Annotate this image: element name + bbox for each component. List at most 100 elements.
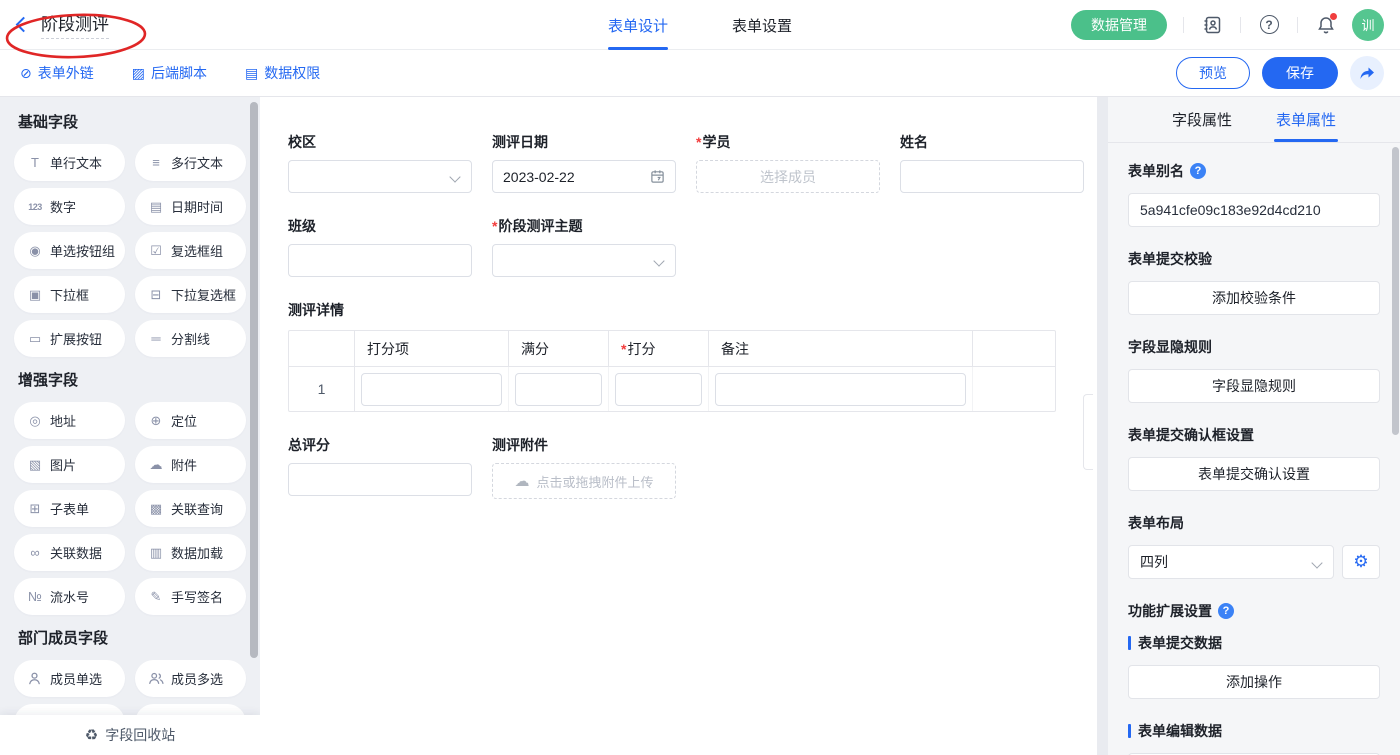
recycle-icon: ♻ [85,726,98,744]
field-pill-divider-line[interactable]: ═分割线 [135,320,246,357]
field-pill-image[interactable]: ▧图片 [14,446,125,483]
toolbar-right: 预览 保存 [1176,56,1384,90]
name-input[interactable] [900,160,1084,193]
header-tabs: 表单设计 表单设置 [0,0,1400,50]
field-label: 班级 [288,216,472,236]
field-pill-linked-query[interactable]: ▩ 关联查询 [135,490,246,527]
field-recycle-bin[interactable]: ♻ 字段回收站 [0,715,260,755]
external-link-button[interactable]: ⊘ 表单外链 [20,63,94,83]
field-pill-radio-group[interactable]: ◉单选按钮组 [14,232,125,269]
form-row-3: 总评分 测评附件 ☁ 点击或拖拽附件上传 [288,435,1097,499]
preview-button[interactable]: 预览 [1176,57,1250,89]
help-icon[interactable]: ? [1190,163,1206,179]
radio-group-icon: ◉ [27,243,43,259]
notification-bell-icon[interactable] [1314,13,1338,37]
panel-scrollbar[interactable] [1392,147,1399,435]
contacts-book-icon[interactable] [1200,13,1224,37]
clipped-element-fragment [1083,394,1093,470]
submit-data-add-action-button[interactable]: 添加操作 [1128,665,1380,699]
linked-data-icon: ∞ [27,545,43,560]
form-canvas: 校区 测评日期 2023-02-22 *学员 选择成员 [260,97,1097,755]
save-button[interactable]: 保存 [1262,57,1338,89]
help-icon[interactable]: ? [1218,603,1234,619]
tab-field-properties[interactable]: 字段属性 [1172,97,1232,142]
layout-select[interactable]: 四列 [1128,545,1334,579]
confirm-box-button[interactable]: 表单提交确认设置 [1128,457,1380,491]
tab-form-settings[interactable]: 表单设置 [732,0,792,50]
field-pill-number[interactable]: 123数字 [14,188,125,225]
eval-date-input[interactable]: 2023-02-22 [492,160,676,193]
class-input[interactable] [288,244,472,277]
form-alias-input[interactable]: 5a941cfe09c183e92d4cd210 [1128,193,1380,227]
add-check-condition-button[interactable]: 添加校验条件 [1128,281,1380,315]
campus-select[interactable] [288,160,472,193]
field-pill-datetime[interactable]: ▤日期时间 [135,188,246,225]
dropdown-multi-icon: ⊟ [148,287,164,303]
col-remark: 备注 [709,331,973,366]
field-label: 总评分 [288,435,472,455]
data-permission-label: 数据权限 [264,63,320,83]
field-pill-subform[interactable]: ⊞子表单 [14,490,125,527]
student-member-picker[interactable]: 选择成员 [696,160,880,193]
field-pill-attachment[interactable]: ☁附件 [135,446,246,483]
tab-form-properties[interactable]: 表单属性 [1276,97,1336,142]
field-pill-multi-line-text[interactable]: ≡多行文本 [135,144,246,181]
field-pill-extend-button[interactable]: ▭扩展按钮 [14,320,125,357]
field-pill-signature[interactable]: ✎手写签名 [135,578,246,615]
section-title-member-fields: 部门成员字段 [18,627,246,648]
field-pill-single-line-text[interactable]: T单行文本 [14,144,125,181]
confirm-box-label: 表单提交确认框设置 [1128,425,1380,445]
basic-fields-grid: T单行文本 ≡多行文本 123数字 ▤日期时间 ◉单选按钮组 ☑复选框组 ▣下拉… [14,144,246,357]
field-pill-serial-number[interactable]: №流水号 [14,578,125,615]
top-header: 阶段测评 表单设计 表单设置 数据管理 ? [0,0,1400,50]
pill-label: 定位 [171,411,197,430]
full-score-input[interactable] [515,373,602,406]
share-button[interactable] [1350,56,1384,90]
recycle-label: 字段回收站 [105,725,175,745]
pill-label: 关联查询 [171,499,223,518]
pill-label: 子表单 [50,499,89,518]
serial-number-icon: № [27,589,43,604]
total-score-input[interactable] [288,463,472,496]
linked-query-icon: ▩ [148,501,164,517]
field-label: *阶段测评主题 [492,216,676,236]
attachment-upload-area[interactable]: ☁ 点击或拖拽附件上传 [492,463,676,499]
row-index: 1 [289,367,355,411]
score-input[interactable] [615,373,702,406]
field-pill-member-multi[interactable]: 成员多选 [135,660,246,697]
backend-script-button[interactable]: ▨ 后端脚本 [132,63,207,83]
number-icon: 123 [27,202,43,212]
field-student: *学员 选择成员 [696,132,880,193]
sidebar-scrollbar[interactable] [250,102,258,658]
pill-label: 下拉框 [50,285,89,304]
external-link-label: 表单外链 [38,63,94,83]
pill-label: 关联数据 [50,543,102,562]
attachment-icon: ☁ [148,457,164,473]
pill-label: 单行文本 [50,153,102,172]
field-pill-linked-data[interactable]: ∞ 关联数据 [14,534,125,571]
required-mark: * [696,134,701,150]
tab-form-design[interactable]: 表单设计 [608,0,668,50]
data-permission-button[interactable]: ▤ 数据权限 [245,63,320,83]
field-pill-member-single[interactable]: 成员单选 [14,660,125,697]
field-label: 测评附件 [492,435,676,455]
help-icon[interactable]: ? [1257,13,1281,37]
topic-select[interactable] [492,244,676,277]
visibility-rule-button[interactable]: 字段显隐规则 [1128,369,1380,403]
table-header: 打分项 满分 *打分 备注 [289,331,1055,367]
cloud-upload-icon: ☁ [514,472,529,490]
layout-settings-button[interactable]: ⚙ [1342,545,1380,579]
field-pill-dropdown-multi[interactable]: ⊟下拉复选框 [135,276,246,313]
field-pill-dropdown[interactable]: ▣下拉框 [14,276,125,313]
enhanced-fields-grid: ◎地址 ⊕定位 ▧图片 ☁附件 ⊞子表单 ▩ 关联查询 ∞ 关联数据 ▥数据加载 №… [14,402,246,615]
field-eval-detail: 测评详情 打分项 满分 *打分 备注 1 [288,300,1097,412]
score-item-input[interactable] [361,373,502,406]
field-pill-checkbox-group[interactable]: ☑复选框组 [135,232,246,269]
address-icon: ◎ [27,413,43,429]
remark-input[interactable] [715,373,966,406]
field-pill-locate[interactable]: ⊕定位 [135,402,246,439]
field-eval-attachment: 测评附件 ☁ 点击或拖拽附件上传 [492,435,676,499]
field-pill-data-load[interactable]: ▥数据加载 [135,534,246,571]
field-pill-address[interactable]: ◎地址 [14,402,125,439]
body: 基础字段 T单行文本 ≡多行文本 123数字 ▤日期时间 ◉单选按钮组 ☑复选框… [0,97,1400,755]
